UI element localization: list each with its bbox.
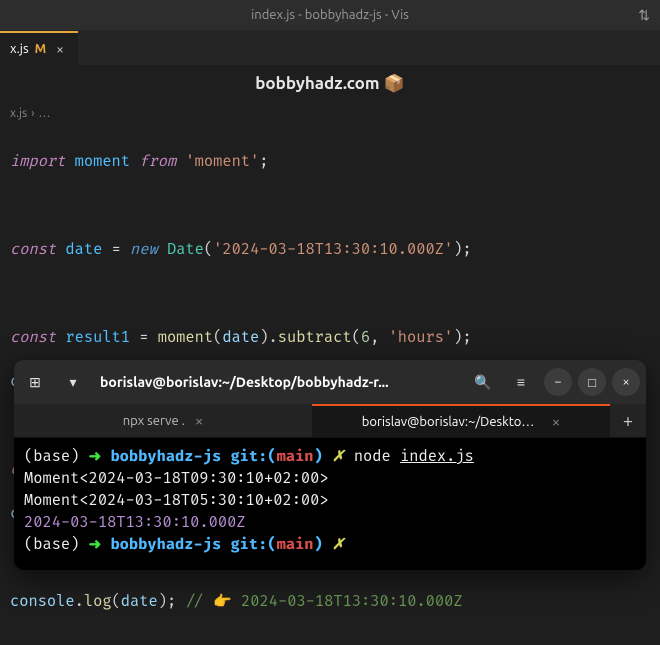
editor-tab-row: x.js M × [0, 30, 660, 66]
tab-menu-button[interactable]: ▾ [58, 367, 88, 397]
terminal-add-tab-button[interactable]: + [610, 404, 646, 437]
new-tab-icon: ⊞ [29, 374, 41, 391]
terminal-tab-close-icon[interactable]: × [552, 413, 560, 430]
terminal-tab-row: npx serve . × borislav@borislav:~/Deskto… [14, 404, 646, 438]
terminal-line: (base) ➜ bobbyhadz-js git:(main) ✗ [24, 534, 636, 556]
hamburger-icon: ≡ [517, 374, 525, 390]
hamburger-button[interactable]: ≡ [506, 367, 536, 397]
new-tab-button[interactable]: ⊞ [20, 367, 50, 397]
minimize-button[interactable]: − [544, 368, 572, 396]
branding-text: bobbyhadz.com 📦 [255, 74, 405, 94]
compare-icon[interactable]: ⇅ [638, 7, 650, 24]
breadcrumb[interactable]: x.js › … [0, 101, 660, 125]
pointer-icon: 👉 [213, 592, 232, 611]
maximize-icon: □ [588, 375, 596, 390]
close-icon: × [622, 375, 629, 389]
code-line [10, 195, 650, 217]
terminal-tab-shell[interactable]: borislav@borislav:~/Desktop/b... × [312, 404, 610, 437]
tab-modified-indicator: M [35, 42, 47, 56]
terminal-tab-label: npx serve . [123, 414, 185, 428]
code-line: console.log(date); // 👉 2024-03-18T13:30… [10, 591, 650, 613]
close-button[interactable]: × [612, 368, 640, 396]
terminal-output-line: 2024-03-18T13:30:10.000Z [24, 512, 636, 534]
terminal-body[interactable]: (base) ➜ bobbyhadz-js git:(main) ✗ node … [14, 438, 646, 570]
plus-icon: + [623, 411, 633, 431]
tab-filename: x.js [10, 42, 29, 56]
breadcrumb-sep: › [31, 107, 34, 120]
breadcrumb-more: … [39, 107, 51, 120]
terminal-line: (base) ➜ bobbyhadz-js git:(main) ✗ node … [24, 446, 636, 468]
terminal-tab-serve[interactable]: npx serve . × [14, 404, 312, 437]
code-line [10, 283, 650, 305]
breadcrumb-file: x.js [10, 107, 27, 120]
search-button[interactable]: 🔍 [468, 367, 498, 397]
code-line: const result1 = moment(date).subtract(6,… [10, 327, 650, 349]
search-icon: 🔍 [474, 374, 491, 391]
editor-tab-indexjs[interactable]: x.js M × [0, 31, 78, 65]
minimize-icon: − [554, 375, 561, 389]
window-titlebar: index.js - bobbyhadz-js - Vis ⇅ [0, 0, 660, 30]
tab-close-icon[interactable]: × [52, 41, 68, 57]
terminal-window: ⊞ ▾ borislav@borislav:~/Desktop/bobbyhad… [14, 360, 646, 570]
branding-bar: bobbyhadz.com 📦 [0, 66, 660, 101]
chevron-down-icon: ▾ [69, 374, 76, 391]
terminal-output-line: Moment<2024-03-18T09:30:10+02:00> [24, 468, 636, 490]
terminal-tab-label: borislav@borislav:~/Desktop/b... [362, 415, 542, 429]
terminal-title: borislav@borislav:~/Desktop/bobbyhadz-r.… [96, 374, 460, 390]
code-line: const date = new Date('2024-03-18T13:30:… [10, 239, 650, 261]
maximize-button[interactable]: □ [578, 368, 606, 396]
terminal-tab-close-icon[interactable]: × [195, 412, 203, 429]
window-title: index.js - bobbyhadz-js - Vis [251, 8, 409, 22]
code-line: import moment from 'moment'; [10, 151, 650, 173]
terminal-output-line: Moment<2024-03-18T05:30:10+02:00> [24, 490, 636, 512]
terminal-header: ⊞ ▾ borislav@borislav:~/Desktop/bobbyhad… [14, 360, 646, 404]
